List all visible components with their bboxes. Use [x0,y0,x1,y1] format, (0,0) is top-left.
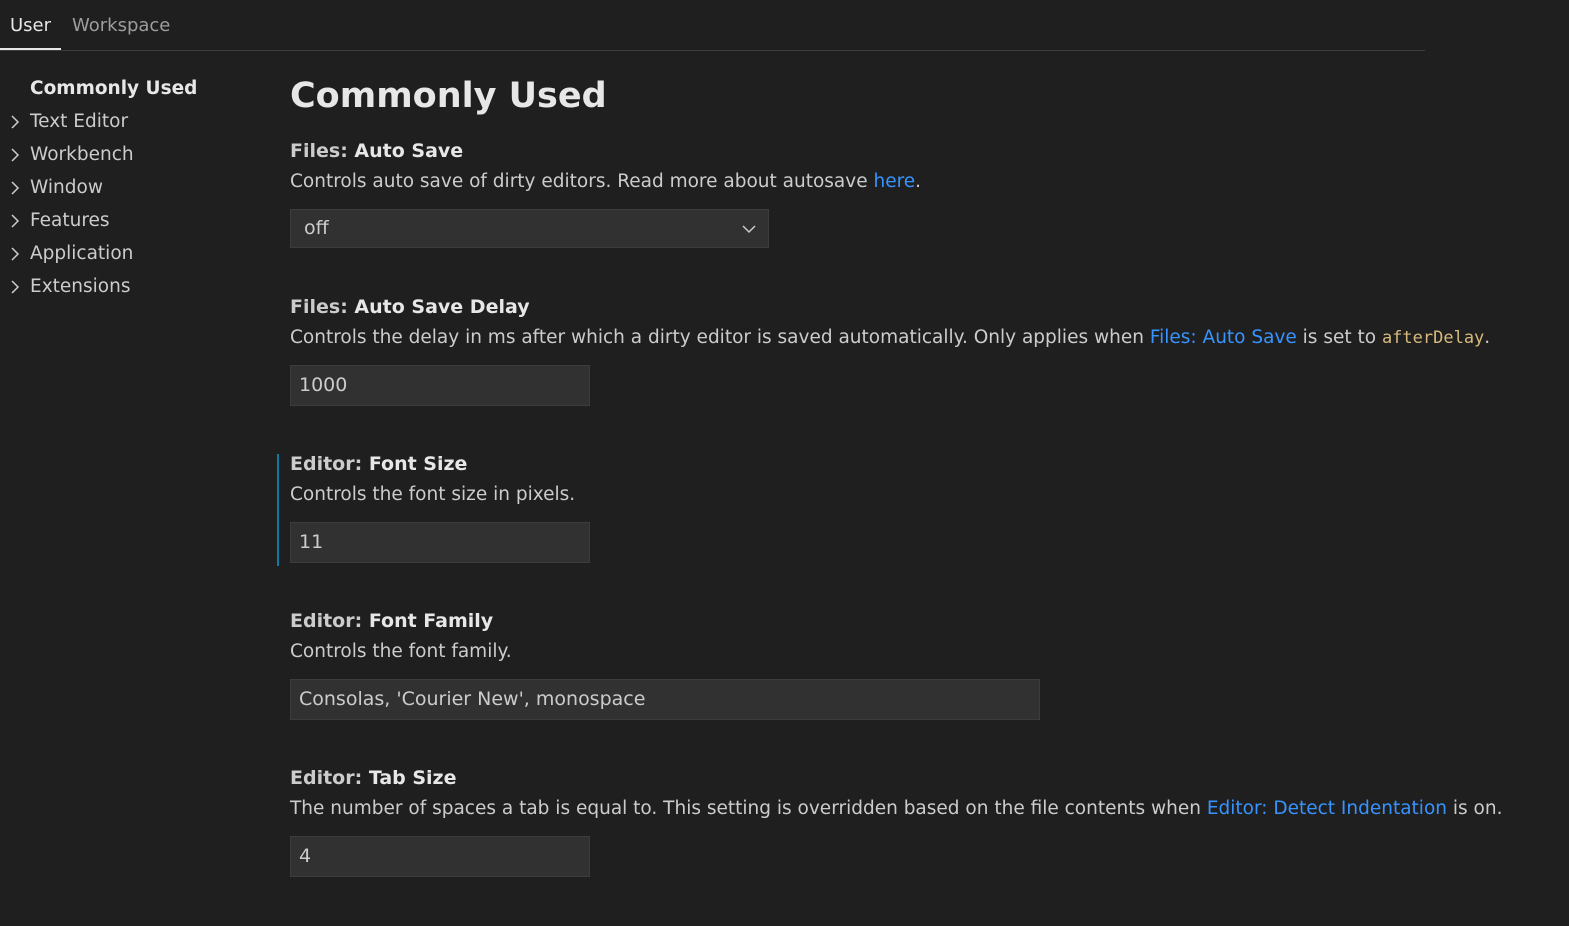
description-text: Controls the delay in ms after which a d… [290,327,1150,348]
auto-save-dropdown[interactable]: off [290,209,769,248]
toc-item-application[interactable]: Application [0,237,260,270]
toc-item-label: Application [30,243,134,264]
setting-label: Editor: Font Family [290,608,1430,634]
setting-category: Files: [290,296,355,318]
setting-category: Editor: [290,453,369,475]
setting-name: Auto Save Delay [354,296,530,318]
setting-description: Controls the font size in pixels. [290,484,576,505]
setting-files-auto-save: Files: Auto Save Controls auto save of d… [290,138,1430,248]
setting-label: Editor: Font Size [290,451,1430,477]
setting-name: Tab Size [368,767,457,789]
setting-name: Font Size [368,453,468,475]
setting-description: Controls auto save of dirty editors. Rea… [290,169,1430,195]
setting-label: Editor: Tab Size [290,765,1430,791]
chevron-right-icon [11,247,20,261]
settings-scope-tabs: User Workspace [0,0,1425,51]
toc-item-label: Features [30,210,110,231]
description-text: The number of spaces a tab is equal to. … [290,798,1207,819]
chevron-right-icon [11,280,20,294]
chevron-right-icon [11,214,20,228]
autosave-docs-link[interactable]: here [873,171,915,192]
description-text: is set to [1296,327,1382,348]
tab-size-input[interactable]: 4 [290,836,590,877]
setting-description: Controls the font family. [290,641,512,662]
toc-item-window[interactable]: Window [0,171,260,204]
setting-editor-tab-size: Editor: Tab Size The number of spaces a … [290,765,1502,877]
description-text: . [915,171,922,192]
setting-editor-font-size: Editor: Font Size Controls the font size… [290,451,1430,563]
focused-setting-indicator [277,454,279,566]
toc-item-label: Workbench [30,144,134,165]
setting-name: Font Family [368,610,494,632]
auto-save-delay-input[interactable]: 1000 [290,365,590,406]
description-text: Controls auto save of dirty editors. Rea… [290,171,874,192]
setting-category: Editor: [290,767,369,789]
chevron-down-icon [742,225,756,234]
files-auto-save-link[interactable]: Files: Auto Save [1150,327,1297,348]
setting-editor-font-family: Editor: Font Family Controls the font fa… [290,608,1430,720]
chevron-right-icon [11,148,20,162]
toc-item-label: Extensions [30,276,131,297]
page-title: Commonly Used [290,76,607,116]
toc-item-label: Window [30,177,103,198]
setting-label: Files: Auto Save [290,138,1430,164]
settings-toc: Commonly Used Text Editor Workbench Wind… [0,72,260,303]
dropdown-value: off [304,217,329,239]
setting-label: Files: Auto Save Delay [290,294,1430,320]
description-text: . [1484,327,1491,348]
code-value: afterDelay [1381,328,1485,348]
toc-item-label: Commonly Used [30,78,198,99]
toc-item-extensions[interactable]: Extensions [0,270,260,303]
toc-item-workbench[interactable]: Workbench [0,138,260,171]
toc-item-features[interactable]: Features [0,204,260,237]
chevron-right-icon [11,115,20,129]
toc-item-label: Text Editor [30,111,129,132]
tab-user[interactable]: User [0,0,62,50]
setting-category: Editor: [290,610,369,632]
tab-workspace[interactable]: Workspace [60,0,182,50]
detect-indentation-link[interactable]: Editor: Detect Indentation [1207,798,1447,819]
setting-category: Files: [290,140,355,162]
setting-name: Auto Save [354,140,464,162]
toc-item-text-editor[interactable]: Text Editor [0,105,260,138]
description-text: is on. [1447,798,1503,819]
toc-item-commonly-used[interactable]: Commonly Used [0,72,260,105]
font-family-input[interactable]: Consolas, 'Courier New', monospace [290,679,1040,720]
font-size-input[interactable]: 11 [290,522,590,563]
setting-files-auto-save-delay: Files: Auto Save Delay Controls the dela… [290,294,1490,406]
setting-description: Controls the delay in ms after which a d… [290,325,1490,351]
setting-description: The number of spaces a tab is equal to. … [290,796,1502,822]
chevron-right-icon [11,181,20,195]
